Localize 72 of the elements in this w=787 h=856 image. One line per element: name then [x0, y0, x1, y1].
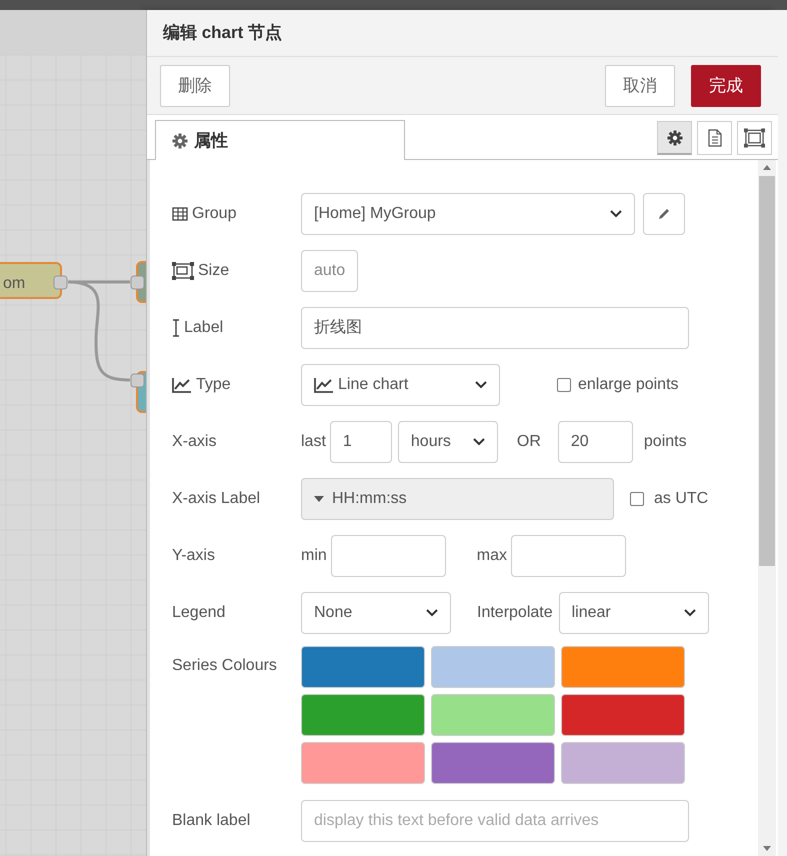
text: Interpolate	[477, 602, 553, 622]
text: last	[301, 432, 326, 452]
colour-swatch[interactable]	[431, 742, 555, 784]
pencil-icon	[657, 206, 671, 220]
colour-swatch[interactable]	[301, 646, 425, 688]
max-input[interactable]	[511, 534, 626, 576]
number-input[interactable]: 20	[558, 420, 633, 462]
checkbox-label: as UTC	[654, 488, 708, 508]
size-button[interactable]: auto	[301, 250, 358, 292]
field-label: X-axis	[172, 432, 216, 452]
label-input[interactable]: 折线图	[301, 306, 689, 348]
delete-button[interactable]: 删除	[160, 64, 230, 106]
chevron-icon	[472, 438, 485, 446]
document-tab[interactable]	[697, 121, 732, 155]
field-label: Group	[192, 204, 236, 224]
chevron-icon	[426, 608, 438, 616]
field-label: Y-axis	[172, 546, 215, 566]
frame-icon	[744, 128, 765, 148]
legend-select[interactable]: None	[301, 592, 451, 634]
chevron-icon	[684, 608, 696, 616]
scrollbar[interactable]	[758, 160, 776, 856]
colour-swatch[interactable]	[301, 742, 425, 784]
colour-swatch[interactable]	[561, 646, 685, 688]
settings-tab[interactable]	[657, 121, 692, 155]
field-label: Type	[196, 374, 231, 394]
type-select[interactable]: Line chart	[301, 364, 500, 406]
text-cursor-icon	[172, 318, 180, 336]
blank-label-input[interactable]: display this text before valid data arrives	[301, 800, 689, 842]
frame-tab[interactable]	[737, 121, 772, 155]
colour-swatch[interactable]	[431, 694, 555, 736]
size-icon	[172, 262, 194, 280]
scroll-down-icon[interactable]	[762, 846, 772, 852]
settings-icon	[666, 130, 682, 146]
tab[interactable]: 属性	[155, 120, 405, 160]
colour-swatch[interactable]	[561, 742, 685, 784]
number-input[interactable]: 1	[330, 420, 392, 462]
field-label: X-axis Label	[172, 488, 260, 508]
document-icon	[706, 129, 722, 147]
field-label: Legend	[172, 602, 226, 622]
chevron-icon	[610, 210, 622, 218]
format-field[interactable]: HH:mm:ss	[301, 478, 614, 520]
text: points	[644, 432, 687, 452]
scroll-up-icon[interactable]	[762, 164, 772, 170]
done-button[interactable]: 完成	[691, 64, 761, 106]
port[interactable]	[54, 276, 68, 290]
colour-swatch[interactable]	[561, 694, 685, 736]
group-select[interactable]: [Home] MyGroup	[301, 192, 635, 234]
line-chart-icon	[172, 376, 192, 392]
flow-node[interactable]: om	[0, 262, 62, 299]
colour-swatch[interactable]	[431, 646, 555, 688]
checkbox[interactable]	[630, 492, 644, 506]
interpolate-select[interactable]: linear	[558, 592, 709, 634]
checkbox[interactable]	[557, 378, 571, 392]
text: min	[301, 546, 327, 566]
cancel-button[interactable]: 取消	[605, 64, 675, 106]
edit-button[interactable]	[643, 192, 685, 234]
line-chart-icon	[314, 376, 334, 392]
chevron-icon	[475, 380, 487, 388]
text: max	[476, 546, 508, 566]
unit-select[interactable]: hours	[398, 420, 498, 462]
min-input[interactable]	[330, 534, 446, 576]
checkbox-label: enlarge points	[578, 374, 679, 394]
dialog-title: 编辑 chart 节点	[163, 22, 282, 44]
caret-icon	[314, 496, 324, 502]
field-label: Series Colours	[172, 656, 277, 676]
text: OR	[516, 432, 541, 452]
colour-swatch[interactable]	[301, 694, 425, 736]
field-label: Label	[184, 318, 224, 338]
table-icon	[172, 206, 188, 220]
field-label: Size	[198, 260, 230, 280]
settings-icon	[172, 132, 188, 148]
field-label: Blank label	[172, 810, 250, 830]
